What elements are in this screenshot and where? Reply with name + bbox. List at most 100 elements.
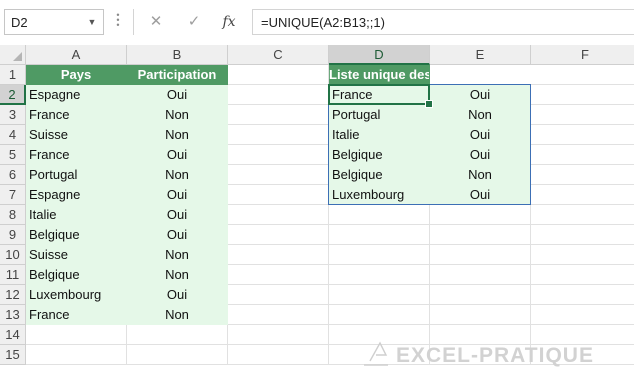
chevron-down-icon[interactable]: ▼ [85,14,99,30]
cell-f11[interactable] [531,265,634,285]
cell-f15[interactable] [531,345,634,365]
source-country-cell[interactable]: Portugal [26,165,127,185]
cell-c12[interactable] [228,285,329,305]
unique-country-cell[interactable]: Luxembourg [329,185,430,205]
source-participation-cell[interactable]: Non [127,305,228,325]
cell-d15[interactable] [329,345,430,365]
grip-dots-icon[interactable]: • • • [115,11,121,31]
cell-b15[interactable] [127,345,228,365]
cell-f14[interactable] [531,325,634,345]
cell-f12[interactable] [531,285,634,305]
row-header-12[interactable]: 12 [0,285,26,305]
row-header-1[interactable]: 1 [0,65,26,85]
cell-e15[interactable] [430,345,531,365]
row-header-10[interactable]: 10 [0,245,26,265]
source-country-cell[interactable]: Espagne [26,185,127,205]
row-header-7[interactable]: 7 [0,185,26,205]
formula-input[interactable]: =UNIQUE(A2:B13;;1) [252,9,634,35]
row-header-3[interactable]: 3 [0,105,26,125]
unique-country-cell[interactable]: France [329,85,430,105]
cell-f1[interactable] [531,65,634,85]
row-header-13[interactable]: 13 [0,305,26,325]
cell-c3[interactable] [228,105,329,125]
cell-e14[interactable] [430,325,531,345]
name-box[interactable]: D2 ▼ [4,9,104,35]
source-country-cell[interactable]: France [26,305,127,325]
column-header-c[interactable]: C [228,45,329,65]
cell-f9[interactable] [531,225,634,245]
unique-participation-cell[interactable]: Oui [430,185,531,205]
cell-e9[interactable] [430,225,531,245]
cell-c9[interactable] [228,225,329,245]
insert-function-icon[interactable]: fx [216,11,242,33]
source-country-cell[interactable]: Italie [26,205,127,225]
source-country-cell[interactable]: Belgique [26,225,127,245]
cell-d10[interactable] [329,245,430,265]
row-header-9[interactable]: 9 [0,225,26,245]
source-participation-cell[interactable]: Oui [127,185,228,205]
column-header-b[interactable]: B [127,45,228,65]
cell-e13[interactable] [430,305,531,325]
row-header-6[interactable]: 6 [0,165,26,185]
source-header-b[interactable]: Participation [127,65,228,85]
source-country-cell[interactable]: Suisse [26,245,127,265]
row-header-2[interactable]: 2 [0,85,26,105]
cell-e12[interactable] [430,285,531,305]
cell-f3[interactable] [531,105,634,125]
source-header-a[interactable]: Pays [26,65,127,85]
source-country-cell[interactable]: Espagne [26,85,127,105]
cell-e10[interactable] [430,245,531,265]
cell-c7[interactable] [228,185,329,205]
source-participation-cell[interactable]: Oui [127,285,228,305]
unique-participation-cell[interactable]: Non [430,165,531,185]
source-country-cell[interactable]: Suisse [26,125,127,145]
select-all-corner[interactable] [0,45,26,65]
unique-country-cell[interactable]: Belgique [329,145,430,165]
cell-f8[interactable] [531,205,634,225]
cell-f13[interactable] [531,305,634,325]
cell-f10[interactable] [531,245,634,265]
column-header-f[interactable]: F [531,45,634,65]
unique-participation-cell[interactable]: Oui [430,125,531,145]
cell-d9[interactable] [329,225,430,245]
cell-c1[interactable] [228,65,329,85]
cell-d11[interactable] [329,265,430,285]
source-country-cell[interactable]: Belgique [26,265,127,285]
cell-c2[interactable] [228,85,329,105]
cell-e11[interactable] [430,265,531,285]
row-header-5[interactable]: 5 [0,145,26,165]
cell-c10[interactable] [228,245,329,265]
cell-a14[interactable] [26,325,127,345]
unique-country-cell[interactable]: Italie [329,125,430,145]
source-participation-cell[interactable]: Non [127,245,228,265]
unique-participation-cell[interactable]: Non [430,105,531,125]
unique-participation-cell[interactable]: Oui [430,145,531,165]
cancel-icon[interactable]: ✕ [143,11,169,33]
source-participation-cell[interactable]: Non [127,125,228,145]
cell-c5[interactable] [228,145,329,165]
unique-participation-cell[interactable]: Oui [430,85,531,105]
column-header-a[interactable]: A [26,45,127,65]
enter-icon[interactable]: ✓ [181,11,207,33]
cell-d13[interactable] [329,305,430,325]
cell-d12[interactable] [329,285,430,305]
source-participation-cell[interactable]: Oui [127,145,228,165]
column-header-d[interactable]: D [329,45,430,65]
source-country-cell[interactable]: Luxembourg [26,285,127,305]
cell-a15[interactable] [26,345,127,365]
cell-f5[interactable] [531,145,634,165]
cell-c4[interactable] [228,125,329,145]
cell-c14[interactable] [228,325,329,345]
cell-e8[interactable] [430,205,531,225]
cell-f4[interactable] [531,125,634,145]
unique-country-cell[interactable]: Belgique [329,165,430,185]
cell-c6[interactable] [228,165,329,185]
column-header-e[interactable]: E [430,45,531,65]
row-header-4[interactable]: 4 [0,125,26,145]
unique-country-cell[interactable]: Portugal [329,105,430,125]
source-participation-cell[interactable]: Oui [127,225,228,245]
source-country-cell[interactable]: France [26,145,127,165]
cell-d8[interactable] [329,205,430,225]
cell-f6[interactable] [531,165,634,185]
cell-c11[interactable] [228,265,329,285]
